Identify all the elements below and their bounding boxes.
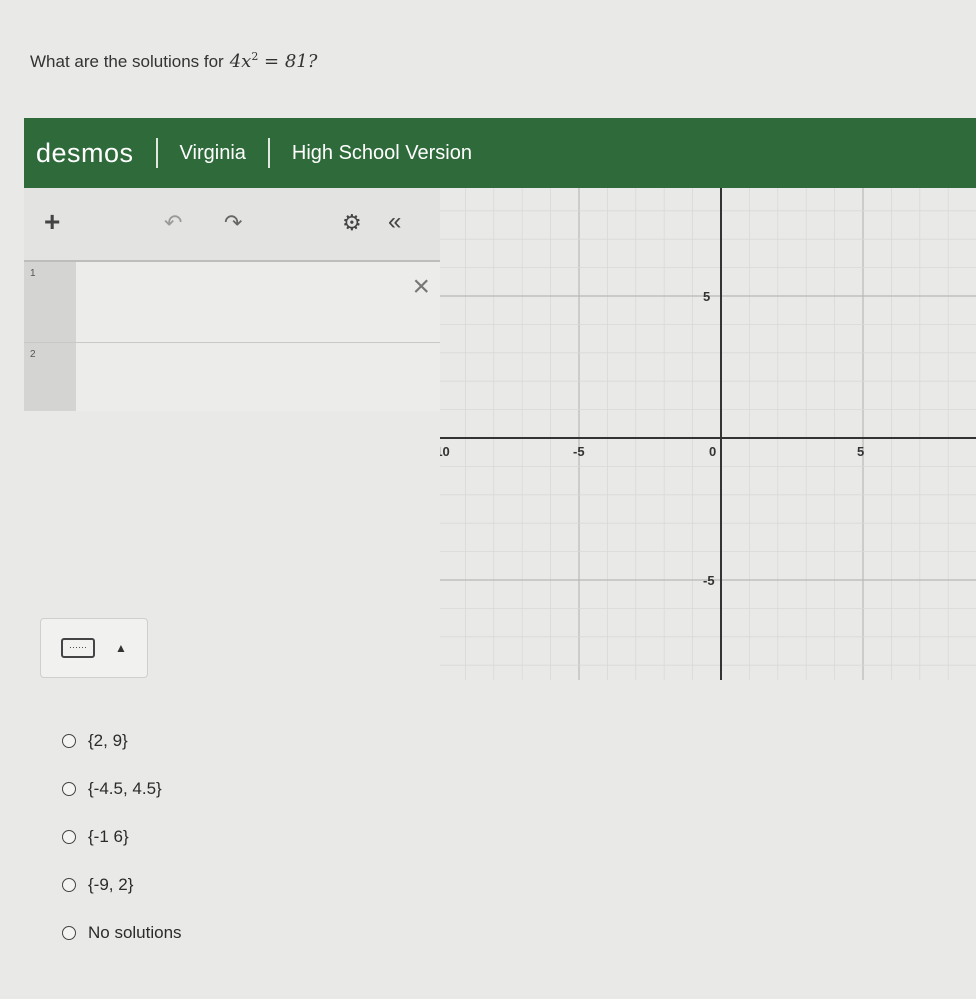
redo-icon[interactable]: ↷ (224, 210, 242, 236)
expression-toolbar: + ↶ ↷ ⚙ « (24, 188, 440, 262)
choice-label: {-9, 2} (88, 875, 134, 894)
y-tick-label: 5 (703, 289, 710, 304)
x-tick-label: 5 (857, 444, 864, 459)
collapse-panel-icon[interactable]: « (388, 208, 401, 236)
radio-button[interactable] (62, 782, 76, 796)
x-tick-label: -5 (573, 444, 585, 459)
answer-choice[interactable]: {-4.5, 4.5} (62, 765, 182, 813)
radio-button[interactable] (62, 926, 76, 940)
graph-area[interactable]: -10 -5 0 5 5 -5 (440, 188, 976, 680)
keyboard-icon: ⋯⋯ (61, 638, 96, 658)
choice-label: {-4.5, 4.5} (88, 779, 162, 798)
radio-button[interactable] (62, 734, 76, 748)
expression-row[interactable]: 1 × (24, 262, 440, 343)
choice-label: {-1 6} (88, 827, 129, 846)
answer-choice[interactable]: {-1 6} (62, 813, 182, 861)
x-tick-label: 0 (709, 444, 716, 459)
undo-icon[interactable]: ↶ (164, 210, 182, 236)
arrow-up-icon: ▲ (115, 641, 127, 655)
question-text: What are the solutions for 4x2 = 81? (30, 50, 317, 72)
header-virginia: Virginia (179, 141, 246, 164)
settings-gear-icon[interactable]: ⚙ (342, 210, 362, 236)
header-divider (267, 138, 270, 168)
x-tick-label: -10 (440, 444, 450, 459)
expression-row[interactable]: 2 (24, 343, 440, 411)
question-equation: 4x2 = 81? (229, 50, 318, 72)
desmos-header: desmos Virginia High School Version (24, 118, 976, 188)
expression-number: 2 (24, 343, 76, 411)
answer-choice[interactable]: {-9, 2} (62, 861, 182, 909)
header-version: High School Version (291, 141, 472, 164)
expression-list: 1 × 2 (24, 262, 440, 412)
answer-choices: {2, 9} {-4.5, 4.5} {-1 6} {-9, 2} No sol… (62, 717, 182, 957)
question-prefix: What are the solutions for (30, 52, 224, 71)
delete-expression-icon[interactable]: × (412, 270, 430, 304)
radio-button[interactable] (62, 878, 76, 892)
answer-choice[interactable]: No solutions (62, 909, 182, 957)
add-expression-icon[interactable]: + (44, 206, 60, 238)
desmos-logo: desmos (36, 137, 134, 168)
choice-label: {2, 9} (88, 731, 128, 750)
answer-choice[interactable]: {2, 9} (62, 717, 182, 765)
choice-label: No solutions (88, 923, 182, 942)
header-divider (155, 138, 158, 168)
expression-number: 1 (24, 262, 76, 342)
keypad-toggle-button[interactable]: ⋯⋯ ▲ (40, 618, 148, 678)
y-tick-label: -5 (703, 573, 715, 588)
graph-canvas[interactable]: -10 -5 0 5 5 -5 (440, 188, 976, 680)
radio-button[interactable] (62, 830, 76, 844)
